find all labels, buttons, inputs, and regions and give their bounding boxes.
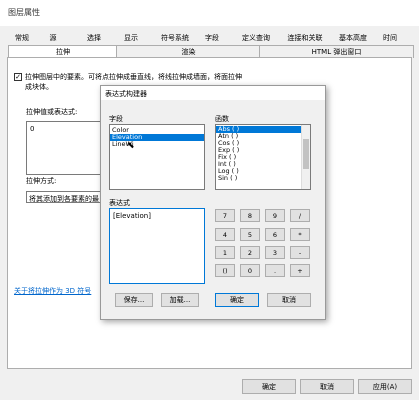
expression-section-label: 表达式	[109, 199, 130, 207]
extrude-description-line-2: 成块体。	[25, 83, 53, 91]
ok-button[interactable]: 确定	[242, 379, 296, 394]
function-item[interactable]: Sin ( )	[216, 175, 310, 182]
functions-scroll-thumb[interactable]	[303, 139, 309, 169]
tab-symbology[interactable]: 符号系统	[156, 32, 194, 44]
key-8[interactable]: 8	[240, 209, 260, 222]
save-button[interactable]: 保存...	[115, 293, 153, 307]
key-multiply[interactable]: *	[290, 228, 310, 241]
field-item-linewidth[interactable]: LineWi	[110, 141, 204, 148]
key-7[interactable]: 7	[215, 209, 235, 222]
extrude-help-link[interactable]: 关于将拉伸作为 3D 符号	[14, 286, 91, 296]
functions-scrollbar[interactable]	[301, 125, 310, 189]
extrude-description-line-1: 拉伸图层中的要素。可将点拉伸成垂直线，将线拉伸成墙面，将面拉伸	[25, 73, 242, 81]
cancel-button[interactable]: 取消	[300, 379, 354, 394]
expression-value-box[interactable]: 0	[26, 121, 106, 175]
extrude-method-value: 将其添加到各要素的最	[29, 195, 99, 203]
fields-label: 字段	[109, 115, 123, 123]
key-9[interactable]: 9	[265, 209, 285, 222]
key-3[interactable]: 3	[265, 246, 285, 259]
expression-textbox[interactable]: [Elevation]	[109, 208, 205, 284]
key-6[interactable]: 6	[265, 228, 285, 241]
tab-joins-relates[interactable]: 连接和关联	[282, 32, 328, 44]
tab-time[interactable]: 时间	[378, 32, 402, 44]
apply-button[interactable]: 应用(A)	[358, 379, 412, 394]
key-4[interactable]: 4	[215, 228, 235, 241]
key-minus[interactable]: -	[290, 246, 310, 259]
tab-base-heights[interactable]: 基本高度	[334, 32, 372, 44]
tab-row-1: 常规 源 选择 显示 符号系统 字段 定义查询 连接和关联 基本高度 时间	[0, 32, 419, 44]
key-5[interactable]: 5	[240, 228, 260, 241]
dialog-ok-button[interactable]: 确定	[215, 293, 259, 307]
mouse-cursor-icon: ⬉	[127, 141, 135, 151]
tab-general[interactable]: 常规	[8, 32, 36, 44]
expression-builder-dialog: 表达式构建器 字段 Color Elevation LineWi ⬉ 函数 Ab…	[100, 85, 326, 320]
tab-source[interactable]: 源	[40, 32, 66, 44]
tab-definition-query[interactable]: 定义查询	[236, 32, 276, 44]
window-title: 图层属性	[8, 8, 40, 17]
expression-text: [Elevation]	[113, 212, 151, 220]
dialog-title: 表达式构建器	[105, 90, 147, 98]
extrude-checkbox[interactable]: ✓	[14, 73, 22, 81]
key-plus[interactable]: +	[290, 264, 310, 277]
functions-list[interactable]: Abs ( ) Atn ( ) Cos ( ) Exp ( ) Fix ( ) …	[215, 124, 311, 190]
dialog-cancel-button[interactable]: 取消	[267, 293, 311, 307]
tab-row-2: 拉伸 渲染 HTML 弹出窗口	[0, 45, 419, 58]
key-divide[interactable]: /	[290, 209, 310, 222]
expression-label: 拉伸值或表达式:	[26, 108, 78, 116]
key-2[interactable]: 2	[240, 246, 260, 259]
title-bar: 图层属性	[0, 0, 419, 26]
tab-display[interactable]: 显示	[118, 32, 144, 44]
extrude-method-select[interactable]: 将其添加到各要素的最	[26, 191, 106, 203]
tab-selection[interactable]: 选择	[82, 32, 106, 44]
functions-label: 函数	[215, 115, 229, 123]
key-parentheses[interactable]: ()	[215, 264, 235, 277]
load-button[interactable]: 加载...	[161, 293, 199, 307]
key-decimal[interactable]: .	[265, 264, 285, 277]
fields-list[interactable]: Color Elevation LineWi ⬉	[109, 124, 205, 190]
dialog-title-bar: 表达式构建器	[101, 86, 325, 100]
extrude-method-label: 拉伸方式:	[26, 177, 57, 185]
tab-fields[interactable]: 字段	[200, 32, 224, 44]
expression-value: 0	[30, 125, 35, 133]
key-0[interactable]: 0	[240, 264, 260, 277]
key-1[interactable]: 1	[215, 246, 235, 259]
